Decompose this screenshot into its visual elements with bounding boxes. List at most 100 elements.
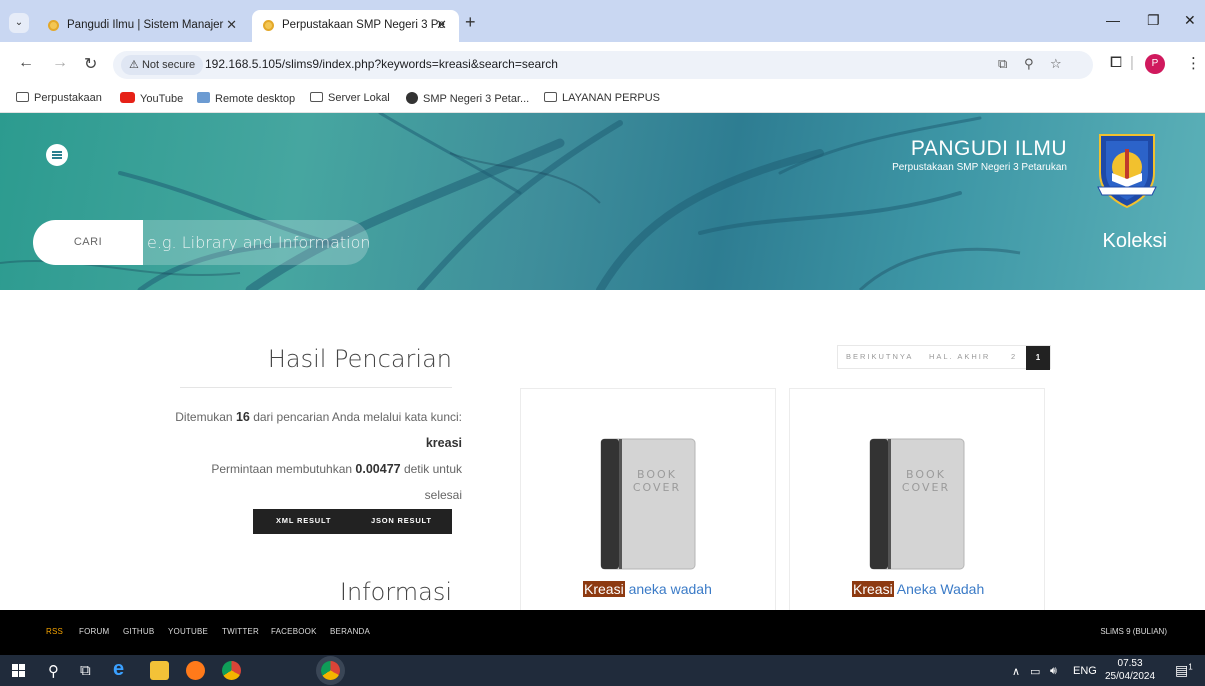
chrome-profile-icon[interactable]	[321, 661, 340, 680]
koleksi-link[interactable]: Koleksi	[1103, 230, 1167, 253]
hamburger-line-icon	[52, 151, 62, 153]
search-box: CARI	[33, 220, 369, 265]
pagination-current-page: 1	[1026, 346, 1050, 370]
reload-icon[interactable]: ↻	[84, 54, 97, 74]
language-indicator[interactable]: ENG	[1073, 665, 1097, 677]
search-label: CARI	[33, 220, 143, 265]
browser-tab-strip: ⌄ Pangudi Ilmu | Sistem Manajer ✕ Perpus…	[0, 0, 1205, 42]
book-cover-image[interactable]: BOOK COVER	[599, 437, 697, 571]
bookmark-layanan-perpus[interactable]: LAYANAN PERPUS	[544, 92, 660, 104]
kebab-menu-icon[interactable]: ⋮	[1186, 54, 1201, 72]
window-close-icon[interactable]: ✕	[1184, 12, 1196, 29]
book-cover-image[interactable]: BOOK COVER	[868, 437, 966, 571]
restore-icon[interactable]: ❐	[1147, 12, 1160, 29]
profile-avatar[interactable]: P	[1145, 54, 1165, 74]
school-emblem-logo	[1097, 134, 1157, 209]
internet-explorer-icon[interactable]: e	[113, 658, 124, 681]
bookmark-youtube[interactable]: YouTube	[120, 92, 183, 105]
site-menu-button[interactable]	[46, 144, 68, 166]
system-clock[interactable]: 07.53 25/04/2024	[1105, 657, 1155, 683]
footer-link-forum[interactable]: FORUM	[79, 627, 109, 636]
chrome-icon[interactable]	[222, 661, 241, 680]
file-explorer-icon[interactable]	[150, 661, 169, 680]
firefox-icon[interactable]	[186, 661, 205, 680]
new-tab-button[interactable]: +	[465, 12, 476, 33]
book-title-rest: aneka wadah	[624, 581, 712, 597]
footer-link-github[interactable]: GITHUB	[123, 627, 154, 636]
bookmark-label: Remote desktop	[215, 93, 296, 105]
heading-divider	[180, 387, 452, 388]
json-result-button[interactable]: JSON RESULT	[371, 516, 432, 525]
url-text[interactable]: 192.168.5.105/slims9/index.php?keywords=…	[205, 57, 558, 71]
task-view-icon[interactable]: ⧉	[80, 662, 91, 679]
footer-link-facebook[interactable]: FACEBOOK	[271, 627, 317, 636]
found-count: 16	[235, 410, 250, 424]
site-header-banner: PANGUDI ILMU Perpustakaan SMP Negeri 3 P…	[0, 113, 1205, 290]
youtube-icon	[120, 92, 135, 103]
toolbar-separator: |	[1130, 54, 1134, 71]
library-name: PANGUDI ILMU	[910, 137, 1067, 160]
bookmark-label: SMP Negeri 3 Petar...	[423, 93, 530, 105]
tab-pangudi-ilmu[interactable]: Pangudi Ilmu | Sistem Manajer ✕	[37, 10, 249, 42]
keyword-highlight: Kreasi	[852, 581, 894, 597]
tray-chevron-icon[interactable]: ∧	[1012, 665, 1020, 678]
book-card[interactable]: BOOK COVER Kreasi aneka wadah	[520, 388, 776, 610]
site-footer: RSS FORUM GITHUB YOUTUBE TWITTER FACEBOO…	[0, 610, 1205, 655]
footer-link-rss[interactable]: RSS	[46, 627, 63, 636]
found-mid: dari pencarian Anda melalui kata kunci:	[253, 410, 462, 424]
forward-arrow-icon[interactable]: →	[52, 54, 68, 72]
warning-triangle-icon: ⚠	[129, 59, 139, 71]
bookmark-label: Perpustakaan	[34, 92, 102, 104]
bookmark-remote-desktop[interactable]: Remote desktop	[197, 92, 295, 105]
pagination-page-2[interactable]: 2	[1011, 352, 1017, 361]
tab-search-chevron-icon[interactable]: ⌄	[9, 13, 29, 33]
windows-start-icon[interactable]	[12, 664, 25, 677]
notification-icon[interactable]: ▤1	[1175, 662, 1193, 679]
volume-icon[interactable]: 🔊︎	[1050, 665, 1057, 678]
address-bar[interactable]: ⚠ Not secure 192.168.5.105/slims9/index.…	[113, 51, 1093, 79]
book-title-link[interactable]: Kreasi Aneka Wadah	[852, 581, 984, 597]
hamburger-line-icon	[52, 157, 62, 159]
bookmark-perpustakaan[interactable]: Perpustakaan	[16, 92, 102, 104]
pagination-last[interactable]: HAL. AKHIR	[929, 352, 990, 361]
time-prefix: Permintaan membutuhkan	[211, 462, 353, 476]
bookmark-smp-negeri[interactable]: SMP Negeri 3 Petar...	[406, 92, 529, 105]
globe-icon	[406, 92, 418, 104]
search-input[interactable]	[131, 220, 369, 265]
tab-perpustakaan[interactable]: Perpustakaan SMP Negeri 3 Pe ✕	[252, 10, 459, 42]
found-prefix: Ditemukan	[175, 410, 233, 424]
search-icon[interactable]: ⚲	[48, 662, 59, 680]
info-heading: Informasi	[339, 578, 452, 606]
translate-icon[interactable]: ⧉	[998, 56, 1007, 72]
book-cover-text: BOOK	[637, 468, 677, 481]
footer-link-beranda[interactable]: BERANDA	[330, 627, 370, 636]
remote-desktop-icon	[197, 92, 210, 103]
network-icon[interactable]: ▭	[1030, 665, 1040, 678]
book-cover-text: BOOK	[906, 468, 946, 481]
site-favicon-icon	[48, 20, 59, 31]
pagination-next[interactable]: BERIKUTNYA	[846, 352, 913, 361]
time-suffix: detik untuk selesai	[403, 462, 462, 502]
footer-link-youtube[interactable]: YOUTUBE	[168, 627, 208, 636]
slims-version: SLiMS 9 (BULIAN)	[1100, 627, 1167, 636]
xml-result-button[interactable]: XML RESULT	[276, 516, 331, 525]
bookmark-server-lokal[interactable]: Server Lokal	[310, 92, 390, 104]
clock-date: 25/04/2024	[1105, 671, 1156, 682]
browser-toolbar: ← → ↻ ⚠ Not secure 192.168.5.105/slims9/…	[0, 42, 1205, 87]
back-arrow-icon[interactable]: ←	[18, 54, 34, 72]
bookmark-star-icon[interactable]: ☆	[1050, 56, 1062, 72]
security-chip[interactable]: ⚠ Not secure	[121, 55, 204, 75]
folder-icon	[16, 92, 29, 102]
tab-close-icon[interactable]: ✕	[436, 10, 447, 40]
zoom-icon[interactable]: ⚲	[1024, 56, 1034, 72]
tab-title: Pangudi Ilmu | Sistem Manajer	[67, 19, 224, 31]
book-cover-text: COVER	[902, 481, 950, 494]
footer-link-twitter[interactable]: TWITTER	[222, 627, 259, 636]
tab-close-icon[interactable]: ✕	[226, 10, 237, 40]
folder-icon	[310, 92, 323, 102]
clock-time: 07.53	[1117, 658, 1143, 669]
book-card[interactable]: BOOK COVER Kreasi Aneka Wadah	[789, 388, 1045, 610]
extensions-icon[interactable]: ⧠	[1110, 54, 1122, 71]
book-title-link[interactable]: Kreasi aneka wadah	[583, 581, 712, 597]
minimize-icon[interactable]: —	[1106, 12, 1120, 28]
